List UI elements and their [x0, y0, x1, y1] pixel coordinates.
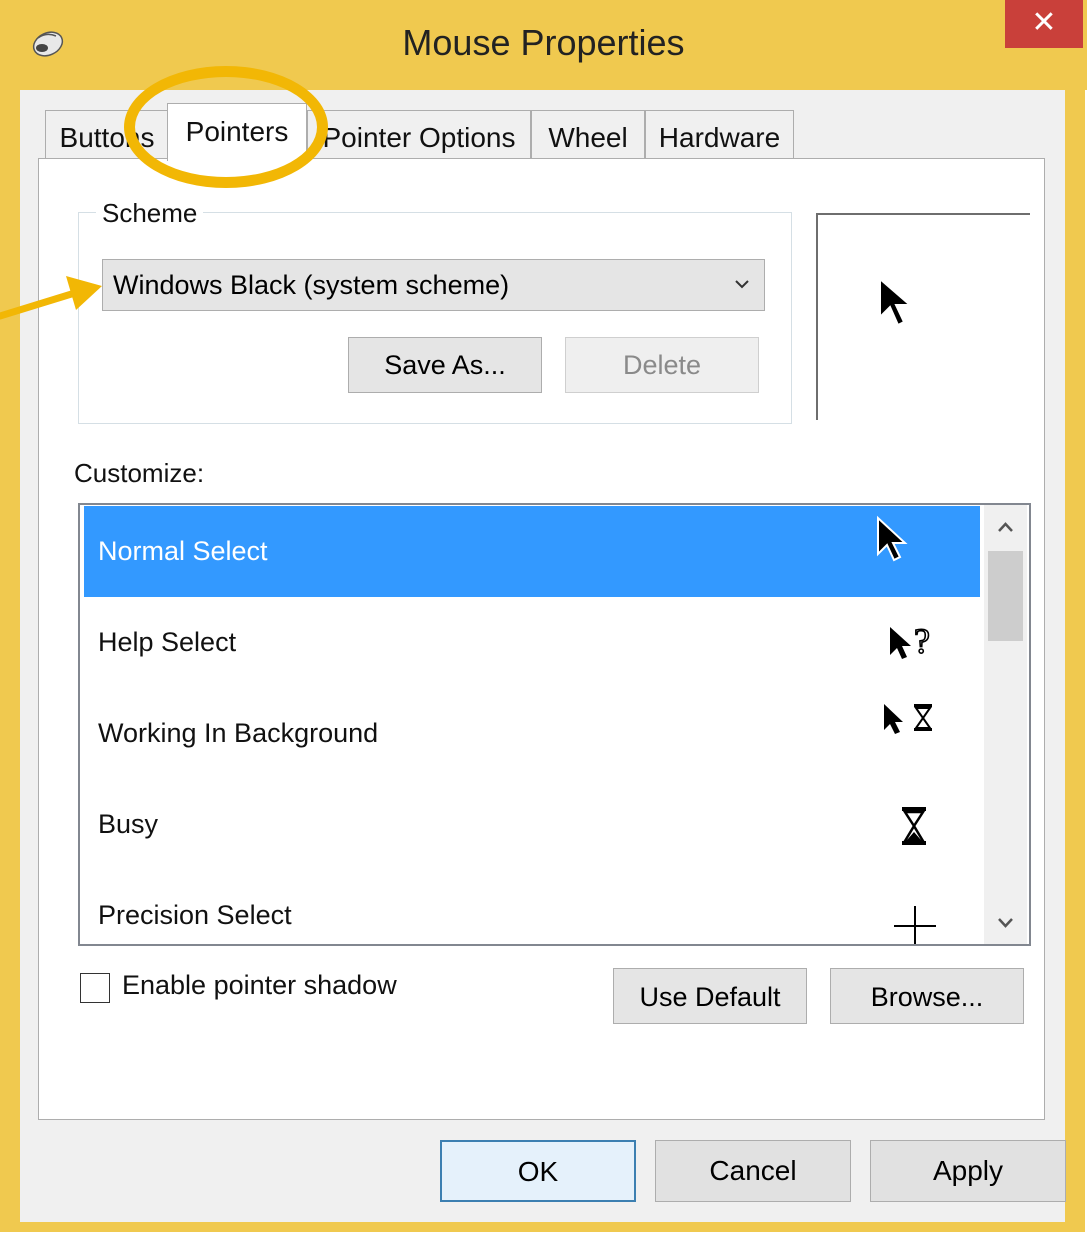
arrow-cursor-icon — [877, 515, 908, 562]
list-item-label: Precision Select — [98, 900, 292, 930]
browse-button[interactable]: Browse... — [830, 968, 1024, 1024]
ok-button[interactable]: OK — [440, 1140, 636, 1202]
highlight-ellipse — [124, 66, 328, 188]
svg-text:?: ? — [914, 621, 930, 661]
crosshair-icon — [894, 906, 936, 944]
window-title: Mouse Properties — [402, 22, 685, 63]
tab-wheel[interactable]: Wheel — [531, 110, 645, 158]
list-item-precision-select[interactable]: Precision Select — [84, 870, 980, 944]
customize-label: Customize: — [74, 458, 205, 488]
list-item-busy[interactable]: Busy — [84, 779, 980, 870]
scheme-group-label: Scheme — [96, 198, 204, 229]
arrow-cursor-icon — [879, 277, 913, 327]
highlight-arrow-icon — [0, 276, 102, 320]
working-cursor-icon — [884, 704, 932, 734]
list-item-normal-select[interactable]: Normal Select — [84, 506, 980, 597]
delete-button[interactable]: Delete — [565, 337, 759, 393]
list-item-label: Normal Select — [98, 536, 268, 566]
tab-pointer-options[interactable]: Pointer Options — [307, 110, 531, 158]
scheme-dropdown[interactable]: Windows Black (system scheme) — [102, 259, 765, 311]
scrollbar-thumb[interactable] — [988, 551, 1023, 641]
chevron-up-icon[interactable] — [984, 505, 1027, 549]
close-button[interactable]: ✕ — [1005, 0, 1083, 48]
list-item-label: Help Select — [98, 627, 237, 657]
chevron-down-icon[interactable] — [984, 901, 1027, 945]
enable-pointer-shadow-label[interactable]: Enable pointer shadow — [122, 970, 397, 1001]
title-bar[interactable]: Mouse Properties ✕ — [0, 0, 1087, 90]
cursor-listbox[interactable]: Normal Select Help Select ? Working In B… — [78, 503, 1031, 946]
list-item-label: Busy — [98, 809, 159, 839]
hourglass-icon — [902, 807, 926, 845]
scheme-dropdown-value: Windows Black (system scheme) — [113, 270, 510, 300]
tab-hardware[interactable]: Hardware — [645, 110, 794, 158]
enable-pointer-shadow-checkbox[interactable] — [80, 973, 110, 1003]
save-as-button[interactable]: Save As... — [348, 337, 542, 393]
mouse-properties-window: Mouse Properties ✕ Buttons Pointers Poin… — [0, 0, 1087, 1232]
cancel-button[interactable]: Cancel — [655, 1140, 851, 1202]
pointer-preview — [816, 213, 1030, 420]
list-item-help-select[interactable]: Help Select ? — [84, 597, 980, 688]
chevron-down-icon — [735, 280, 749, 289]
help-cursor-icon: ? — [890, 620, 931, 662]
listbox-scrollbar[interactable] — [984, 505, 1027, 945]
apply-button[interactable]: Apply — [870, 1140, 1066, 1202]
use-default-button[interactable]: Use Default — [613, 968, 807, 1024]
list-item-label: Working In Background — [98, 718, 379, 748]
list-item-working-in-background[interactable]: Working In Background — [84, 688, 980, 779]
